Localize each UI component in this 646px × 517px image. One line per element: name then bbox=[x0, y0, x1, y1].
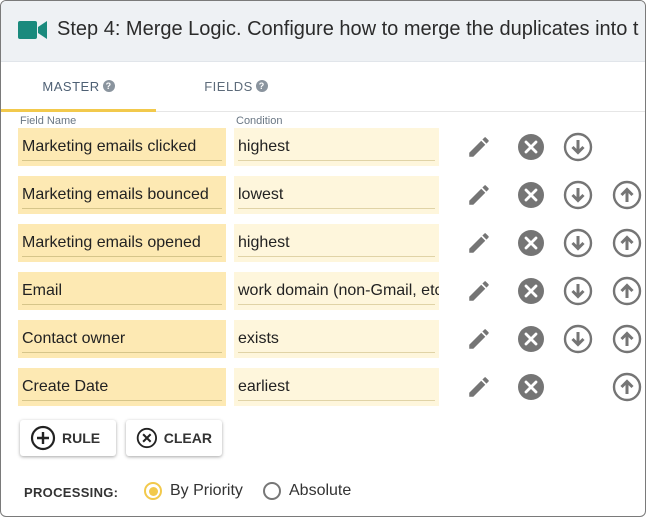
field-name-input[interactable]: Marketing emails opened bbox=[18, 224, 226, 262]
remove-rule-icon[interactable] bbox=[517, 373, 545, 406]
edit-pencil-icon[interactable] bbox=[466, 230, 492, 261]
radio-by-priority[interactable]: By Priority bbox=[144, 482, 243, 500]
add-circle-icon bbox=[30, 425, 56, 451]
clear-label: CLEAR bbox=[163, 430, 212, 446]
clear-button[interactable]: CLEAR bbox=[126, 420, 222, 456]
field-name-column-label: Field Name bbox=[20, 115, 77, 127]
add-rule-label: RULE bbox=[62, 430, 101, 446]
field-name-input[interactable]: Email bbox=[18, 272, 226, 310]
tab-fields-label: FIELDS bbox=[204, 78, 253, 94]
tab-master-label: MASTER bbox=[42, 78, 100, 94]
move-down-arrow-icon[interactable] bbox=[563, 132, 593, 167]
move-up-arrow-icon[interactable] bbox=[612, 324, 642, 359]
help-icon[interactable]: ? bbox=[102, 80, 115, 92]
edit-pencil-icon[interactable] bbox=[466, 134, 492, 165]
move-down-arrow-icon[interactable] bbox=[563, 180, 593, 215]
tab-fields[interactable]: FIELDS ? bbox=[161, 63, 311, 109]
field-name-input[interactable]: Create Date bbox=[18, 368, 226, 406]
video-camera-icon bbox=[18, 21, 47, 39]
help-icon[interactable]: ? bbox=[255, 80, 268, 92]
radio-by-priority-label: By Priority bbox=[170, 482, 243, 499]
move-down-arrow-icon[interactable] bbox=[563, 228, 593, 263]
condition-input[interactable]: highest bbox=[234, 128, 439, 166]
radio-unselected-indicator bbox=[263, 482, 281, 500]
radio-absolute-label: Absolute bbox=[289, 482, 352, 499]
cancel-circle-icon bbox=[136, 427, 158, 449]
edit-pencil-icon[interactable] bbox=[466, 182, 492, 213]
condition-input[interactable]: work domain (non-Gmail, etc bbox=[234, 272, 439, 310]
page-title: Step 4: Merge Logic. Configure how to me… bbox=[57, 18, 639, 40]
move-up-arrow-icon[interactable] bbox=[612, 228, 642, 263]
field-name-input[interactable]: Contact owner bbox=[18, 320, 226, 358]
move-up-arrow-icon[interactable] bbox=[612, 180, 642, 215]
move-down-arrow-icon[interactable] bbox=[563, 324, 593, 359]
condition-column-label: Condition bbox=[236, 115, 283, 127]
remove-rule-icon[interactable] bbox=[517, 229, 545, 262]
merge-logic-panel: Step 4: Merge Logic. Configure how to me… bbox=[0, 0, 646, 517]
edit-pencil-icon[interactable] bbox=[466, 326, 492, 357]
move-up-arrow-icon[interactable] bbox=[612, 372, 642, 407]
edit-pencil-icon[interactable] bbox=[466, 374, 492, 405]
step-header: Step 4: Merge Logic. Configure how to me… bbox=[1, 1, 645, 62]
remove-rule-icon[interactable] bbox=[517, 325, 545, 358]
edit-pencil-icon[interactable] bbox=[466, 278, 492, 309]
field-name-input[interactable]: Marketing emails clicked bbox=[18, 128, 226, 166]
processing-label: PROCESSING: bbox=[24, 485, 119, 500]
field-name-input[interactable]: Marketing emails bounced bbox=[18, 176, 226, 214]
condition-input[interactable]: highest bbox=[234, 224, 439, 262]
move-up-arrow-icon[interactable] bbox=[612, 276, 642, 311]
tab-bar: MASTER ? FIELDS ? bbox=[1, 63, 645, 112]
remove-rule-icon[interactable] bbox=[517, 133, 545, 166]
condition-input[interactable]: exists bbox=[234, 320, 439, 358]
condition-input[interactable]: lowest bbox=[234, 176, 439, 214]
radio-absolute[interactable]: Absolute bbox=[263, 482, 351, 500]
remove-rule-icon[interactable] bbox=[517, 181, 545, 214]
remove-rule-icon[interactable] bbox=[517, 277, 545, 310]
condition-input[interactable]: earliest bbox=[234, 368, 439, 406]
move-down-arrow-icon[interactable] bbox=[563, 276, 593, 311]
radio-selected-indicator bbox=[144, 482, 162, 500]
tab-master[interactable]: MASTER ? bbox=[1, 63, 156, 112]
add-rule-button[interactable]: RULE bbox=[20, 420, 116, 456]
